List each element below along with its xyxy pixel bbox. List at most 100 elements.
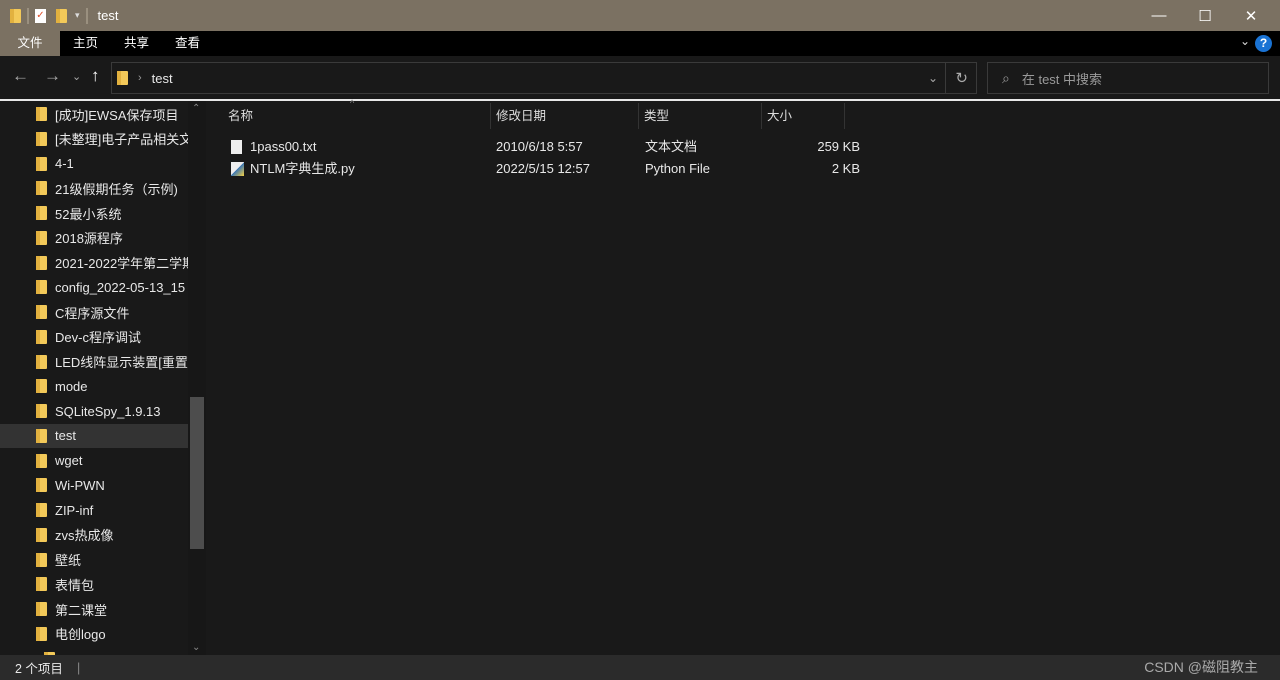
search-icon: ⌕ [1002,69,1010,86]
file-name: 1pass00.txt [250,139,317,154]
sidebar-item[interactable]: zvs热成像 [0,523,188,547]
sidebar-item-label: zvs热成像 [55,528,114,544]
column-header-name[interactable]: 名称 [222,103,491,129]
column-header-date[interactable]: 修改日期 [490,103,639,129]
folder-icon [36,329,47,344]
title-bar: ✓ ▾ test — ☐ ✕ [0,0,1280,31]
sidebar-item-label: test [55,428,76,444]
folder-icon [36,280,47,295]
column-header-type[interactable]: 类型 [638,103,762,129]
navigation-pane: [成功]EWSA保存项目 [未整理]电子产品相关文件 4-1 21级假期任务（示例) 5… [0,101,206,655]
folder-icon [36,354,47,369]
sidebar-item-label: 电创logo [55,627,106,643]
sidebar-item-label: 壁纸 [55,553,82,568]
scrollbar-thumb[interactable] [190,397,204,549]
sidebar-item-label: ZIP-inf [55,502,94,518]
folder-icon [36,428,47,443]
close-button[interactable]: ✕ [1228,0,1274,31]
forward-icon[interactable]: → [44,66,61,86]
sidebar-item[interactable]: test [0,423,188,448]
refresh-icon[interactable]: ↻ [955,69,968,87]
sidebar-item-label: config_2022-05-13_15 [55,279,186,295]
sidebar-item-label: 2021-2022学年第二学期 [55,256,188,271]
sidebar-item[interactable]: 52最小系统 [0,201,188,225]
folder-icon [36,404,47,418]
text-file-icon [231,140,242,154]
watermark: CSDN @磁阻教主 [1144,659,1258,675]
sidebar-item[interactable]: C程序源文件 [0,300,188,324]
file-date: 2010/6/18 5:57 [496,139,583,154]
up-icon[interactable]: ↑ [91,66,100,86]
file-type: 文本文档 [645,139,698,154]
python-file-icon [231,162,244,176]
sidebar-item-label: [成功]EWSA保存项目 [55,107,179,123]
sidebar-item[interactable]: SQLiteSpy_1.9.13 [0,399,188,423]
sidebar-item-label: 表情包 [55,577,95,593]
sidebar-item[interactable]: LED线阵显示装置[重置] [0,350,188,374]
folder-icon [36,626,47,641]
sidebar-item[interactable]: Wi-PWN [0,473,188,497]
sidebar-item[interactable]: 表情包 [0,572,188,596]
tab-view[interactable]: 查看 [162,31,213,56]
sidebar-item-label: LED线阵显示装置[重置] [55,355,188,370]
sidebar-item-label: Wi-PWN [55,477,105,493]
file-type: Python File [645,161,711,176]
sidebar-item[interactable]: config_2022-05-13_15 [0,275,188,299]
folder-icon [36,156,47,171]
sidebar-item[interactable]: mode [0,374,188,398]
sidebar-item[interactable]: Dev-c程序调试 [0,325,188,349]
scroll-up-icon[interactable]: ⌃ [192,103,200,114]
sidebar-item[interactable]: 壁纸 [0,548,188,572]
sidebar-item[interactable]: 2018源程序 [0,226,188,250]
folder-icon [36,602,47,616]
sidebar-item[interactable]: ZIP-inf [0,498,188,522]
search-input[interactable]: ⌕ 在 test 中搜索 [987,62,1269,94]
file-row[interactable]: NTLM字典生成.py 2022/5/15 12:57 Python File … [228,158,860,180]
new-folder-icon[interactable] [56,8,67,23]
address-bar[interactable]: › test ⌄ ↻ [111,62,977,94]
sidebar-item[interactable]: 2021-2022学年第二学期 [0,251,188,275]
file-name: NTLM字典生成.py [250,161,355,176]
tab-share[interactable]: 共享 [111,31,162,56]
tab-file[interactable]: 文件 [0,31,60,56]
address-dropdown-icon[interactable]: ⌄ [928,71,938,85]
properties-icon[interactable]: ✓ [35,8,46,23]
sidebar-item-label: C程序源文件 [55,305,130,321]
folder-icon [36,527,47,542]
customize-toolbar-icon[interactable]: ▾ [75,10,80,21]
expand-ribbon-icon[interactable]: ⌄ [1240,34,1250,48]
back-icon[interactable]: ← [12,66,29,86]
item-count: 2 个项目 [15,662,63,676]
sidebar-item-label: 4-1 [55,156,74,171]
recent-locations-icon[interactable]: ⌄ [72,70,81,83]
file-row[interactable]: 1pass00.txt 2010/6/18 5:57 文本文档 259 KB [228,136,860,158]
sidebar-scrollbar[interactable]: ⌃ ⌄ [188,101,206,655]
folder-icon [36,131,47,146]
sidebar-item[interactable]: 电创logo [0,622,188,646]
ribbon-tabs: 文件 主页 共享 查看 [0,31,1280,56]
breadcrumb[interactable]: test [152,71,173,86]
file-list [206,101,1280,655]
folder-icon [36,230,47,245]
sidebar-item[interactable]: 第二课堂 [0,597,188,621]
sidebar-item[interactable] [0,647,188,655]
scroll-down-icon[interactable]: ⌄ [192,642,200,653]
sidebar-item-label: mode [55,378,88,394]
column-header-size[interactable]: 大小 [761,103,845,129]
maximize-button[interactable]: ☐ [1182,0,1228,31]
folder-icon [36,577,47,592]
minimize-button[interactable]: — [1136,0,1182,31]
sidebar-item[interactable]: 21级假期任务（示例) [0,176,188,200]
sidebar-item-label: 21级假期任务（示例) [55,181,178,197]
sidebar-item-label: [未整理]电子产品相关文件 [55,132,188,148]
sidebar-item[interactable]: wget [0,449,188,473]
sidebar-item[interactable]: [未整理]电子产品相关文件 [0,127,188,151]
folder-icon [36,552,47,567]
help-icon[interactable]: ? [1255,35,1272,52]
chevron-right-icon: › [138,72,142,84]
sidebar-item[interactable]: 4-1 [0,152,188,176]
folder-icon [36,305,47,319]
tab-home[interactable]: 主页 [60,31,111,56]
folder-icon [117,71,128,85]
sidebar-item[interactable]: [成功]EWSA保存项目 [0,102,188,126]
